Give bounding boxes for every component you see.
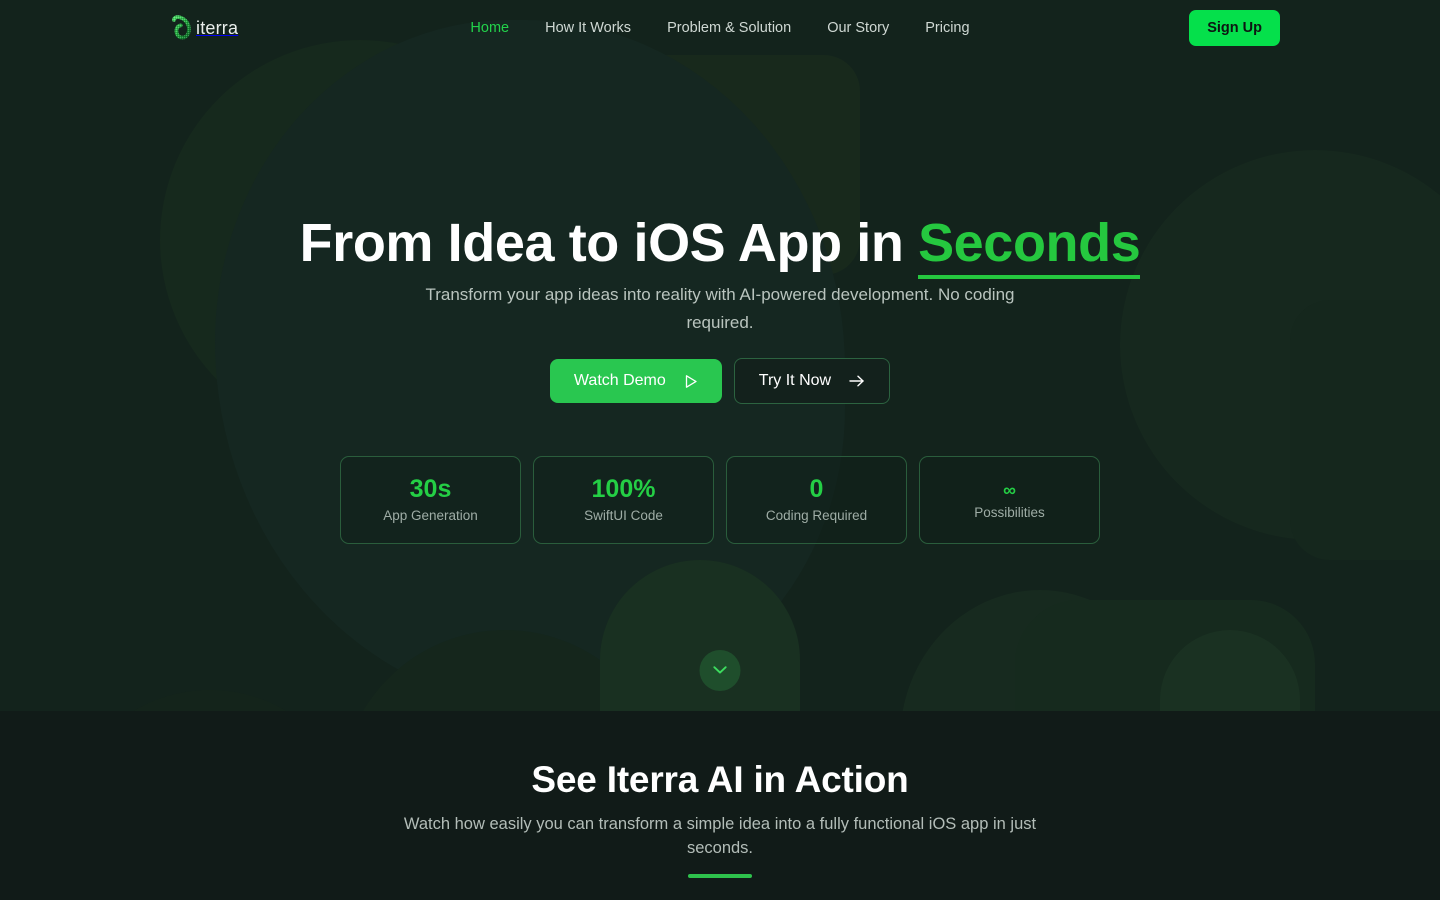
nav-item-problem-solution[interactable]: Problem & Solution [649,14,809,42]
demo-accent-rule [688,874,752,878]
page-title-accent: Seconds [918,213,1141,279]
hero-section: From Idea to iOS App in Seconds Transfor… [0,0,1440,711]
page-title: From Idea to iOS App in Seconds [0,213,1440,279]
hero-background-decoration [0,0,1440,711]
stat-label: Coding Required [765,508,868,524]
stat-value: 0 [809,475,824,504]
stat-card: 0 Coding Required [726,456,907,544]
hero-subtitle: Transform your app ideas into reality wi… [425,285,1015,332]
play-icon [684,374,698,389]
landing-page: From Idea to iOS App in Seconds Transfor… [0,0,1440,900]
nav-item-pricing[interactable]: Pricing [907,14,987,42]
sign-up-button[interactable]: Sign Up [1189,10,1280,46]
site-header: iterra Home How It Works Problem & Solut… [0,0,1440,56]
stat-card: 30s App Generation [340,456,521,544]
stat-label: SwiftUI Code [584,508,663,524]
demo-section: See Iterra AI in Action Watch how easily… [0,711,1440,900]
stat-value: ∞ [1003,479,1016,500]
stat-value: 100% [591,475,656,504]
stat-value: 30s [409,475,452,504]
hero-stats: 30s App Generation 100% SwiftUI Code 0 C… [0,456,1440,544]
demo-subtitle: Watch how easily you can transform a sim… [403,815,1037,857]
arrow-right-icon [849,374,865,388]
stat-card: ∞ Possibilities [919,456,1100,544]
stat-label: App Generation [383,508,478,524]
scroll-down-button[interactable] [699,650,741,691]
page-title-lead: From Idea to iOS App in [299,213,919,273]
try-it-now-button[interactable]: Try It Now [733,358,891,404]
nav-item-how-it-works[interactable]: How It Works [527,14,649,42]
chevron-down-icon [713,663,728,678]
try-it-now-label: Try It Now [758,372,832,389]
watch-demo-button[interactable]: Watch Demo [549,359,722,403]
nav-item-home[interactable]: Home [452,14,527,42]
watch-demo-label: Watch Demo [573,372,666,389]
stat-card: 100% SwiftUI Code [533,456,714,544]
nav-item-our-story[interactable]: Our Story [809,14,907,42]
demo-title: See Iterra AI in Action [531,759,909,800]
hero-cta-group: Watch Demo Try It Now [0,358,1440,404]
background-blob [60,690,360,711]
stat-label: Possibilities [974,504,1045,520]
